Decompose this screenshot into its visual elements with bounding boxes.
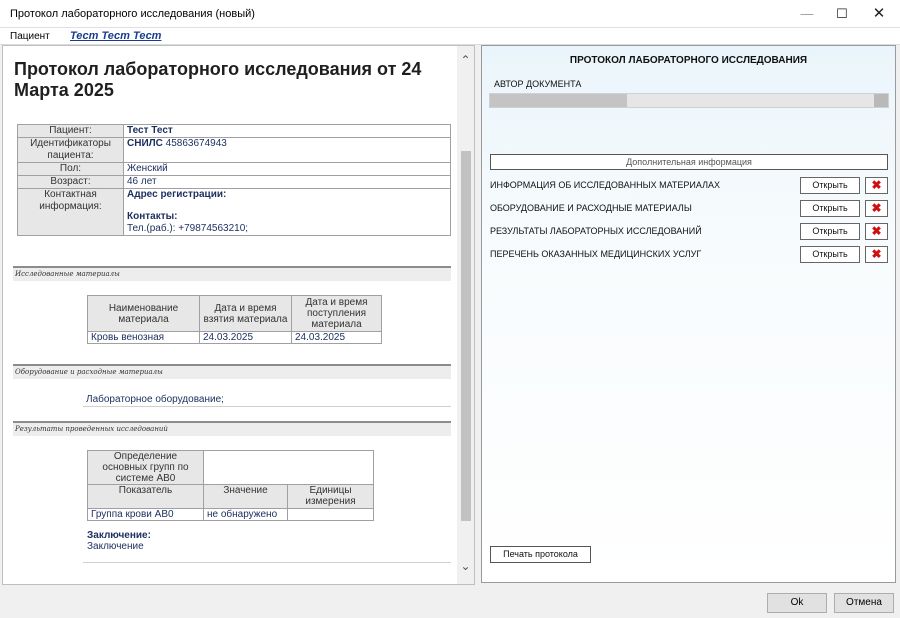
- patient-ids-value: СНИЛС 45863674943: [123, 137, 451, 163]
- results-header: Единицы измерения: [287, 484, 374, 509]
- scrollbar-thumb[interactable]: [461, 151, 471, 521]
- materials-section-header: Исследованные материалы: [13, 266, 451, 281]
- cancel-button[interactable]: Отмена: [834, 593, 894, 613]
- results-header: Значение: [203, 484, 288, 509]
- conclusion-value: Заключение: [87, 541, 144, 552]
- patient-label: Пациент: [10, 31, 50, 42]
- window-title: Протокол лабораторного исследования (нов…: [10, 8, 255, 20]
- conclusion-block: Заключение: Заключение: [87, 530, 151, 552]
- table-row: Кровь венозная 24.03.2025 24.03.2025: [87, 331, 382, 344]
- section-row-label: ПЕРЕЧЕНЬ ОКАЗАННЫХ МЕДИЦИНСКИХ УСЛУГ: [490, 249, 702, 259]
- patient-ids-label: Идентификаторы пациента:: [17, 137, 124, 163]
- author-label: АВТОР ДОКУМЕНТА: [494, 79, 582, 89]
- section-row-label: ОБОРУДОВАНИЕ И РАСХОДНЫЕ МАТЕРИАЛЫ: [490, 203, 692, 213]
- extra-info-button[interactable]: Дополнительная информация: [490, 154, 888, 170]
- author-field-dropdown[interactable]: [874, 94, 888, 107]
- section-row-equipment: ОБОРУДОВАНИЕ И РАСХОДНЫЕ МАТЕРИАЛЫ Откры…: [490, 200, 890, 217]
- delete-icon[interactable]: ✖: [865, 223, 888, 240]
- scroll-down-icon[interactable]: ⌄: [457, 556, 474, 576]
- delete-icon[interactable]: ✖: [865, 246, 888, 263]
- document-scrollbar[interactable]: ⌃ ⌄: [457, 46, 474, 584]
- section-row-materials: ИНФОРМАЦИЯ ОБ ИССЛЕДОВАННЫХ МАТЕРИАЛАХ О…: [490, 177, 890, 194]
- reg-address-label: Адрес регистрации:: [127, 189, 227, 200]
- table-row: Группа крови AB0 не обнаружено: [87, 508, 374, 521]
- document-preview-pane: Протокол лабораторного исследования от 2…: [2, 45, 475, 585]
- open-button[interactable]: Открыть: [800, 177, 860, 194]
- results-cell: не обнаружено: [203, 508, 288, 521]
- divider: [83, 562, 451, 563]
- section-row-label: ИНФОРМАЦИЯ ОБ ИССЛЕДОВАННЫХ МАТЕРИАЛАХ: [490, 180, 720, 190]
- section-row-label: РЕЗУЛЬТАТЫ ЛАБОРАТОРНЫХ ИССЛЕДОВАНИЙ: [490, 226, 702, 236]
- open-button[interactable]: Открыть: [800, 246, 860, 263]
- materials-cell: Кровь венозная: [87, 331, 200, 344]
- open-button[interactable]: Открыть: [800, 200, 860, 217]
- delete-icon[interactable]: ✖: [865, 200, 888, 217]
- patient-info-table: Пациент: Тест Тест Идентификаторы пациен…: [17, 124, 451, 236]
- section-row-services: ПЕРЕЧЕНЬ ОКАЗАННЫХ МЕДИЦИНСКИХ УСЛУГ Отк…: [490, 246, 890, 263]
- patient-age-label: Возраст:: [17, 175, 124, 189]
- phone-value: Тел.(раб.): +79874563210;: [127, 223, 249, 234]
- materials-cell: 24.03.2025: [291, 331, 382, 344]
- results-table: Определение основных групп по системе AB…: [87, 450, 374, 521]
- equipment-value: Лабораторное оборудование;: [86, 394, 224, 405]
- print-protocol-button[interactable]: Печать протокола: [490, 546, 591, 563]
- open-button[interactable]: Открыть: [800, 223, 860, 240]
- protocol-panel: ПРОТОКОЛ ЛАБОРАТОРНОГО ИССЛЕДОВАНИЯ АВТО…: [481, 45, 896, 583]
- results-group-empty: [203, 450, 374, 485]
- dialog-footer: Ok Отмена: [0, 588, 900, 618]
- scroll-up-icon[interactable]: ⌃: [457, 50, 474, 70]
- materials-header: Дата и время поступления материала: [291, 295, 382, 332]
- results-header: Показатель: [87, 484, 204, 509]
- author-field[interactable]: [489, 93, 889, 108]
- contacts-label: Контакты:: [127, 211, 178, 222]
- divider: [83, 406, 451, 407]
- patient-bar: Пациент Тест Тест Тест: [0, 28, 900, 45]
- snils-key: СНИЛС: [127, 138, 163, 149]
- materials-table: Наименование материала Дата и время взят…: [87, 295, 382, 344]
- protocol-panel-title: ПРОТОКОЛ ЛАБОРАТОРНОГО ИССЛЕДОВАНИЯ: [569, 55, 808, 66]
- patient-name-link[interactable]: Тест Тест Тест: [70, 30, 161, 42]
- materials-header: Наименование материала: [87, 295, 200, 332]
- document-content: Протокол лабораторного исследования от 2…: [3, 46, 455, 584]
- patient-contact-value: Адрес регистрации: Контакты: Тел.(раб.):…: [123, 188, 451, 236]
- section-row-results: РЕЗУЛЬТАТЫ ЛАБОРАТОРНЫХ ИССЛЕДОВАНИЙ Отк…: [490, 223, 890, 240]
- snils-value: 45863674943: [165, 138, 227, 149]
- materials-cell: 24.03.2025: [199, 331, 292, 344]
- patient-sex-label: Пол:: [17, 162, 124, 176]
- results-section-header: Результаты проведенных исследований: [13, 421, 451, 436]
- materials-header: Дата и время взятия материала: [199, 295, 292, 332]
- equipment-section-header: Оборудование и расходные материалы: [13, 364, 451, 379]
- results-group-header: Определение основных групп по системе AB…: [87, 450, 204, 485]
- results-cell: [287, 508, 374, 521]
- conclusion-label: Заключение:: [87, 530, 151, 541]
- delete-icon[interactable]: ✖: [865, 177, 888, 194]
- patient-sex-value: Женский: [123, 162, 451, 176]
- patient-contact-label: Контактная информация:: [17, 188, 124, 236]
- patient-info-value: Тест Тест: [123, 124, 451, 138]
- window-titlebar: Протокол лабораторного исследования (нов…: [0, 0, 900, 28]
- ok-button[interactable]: Ok: [767, 593, 827, 613]
- patient-info-label: Пациент:: [17, 124, 124, 138]
- close-button[interactable]: ✕: [856, 0, 900, 28]
- document-heading: Протокол лабораторного исследования от 2…: [14, 59, 422, 100]
- patient-age-value: 46 лет: [123, 175, 451, 189]
- results-cell: Группа крови AB0: [87, 508, 204, 521]
- author-field-value: [490, 94, 627, 107]
